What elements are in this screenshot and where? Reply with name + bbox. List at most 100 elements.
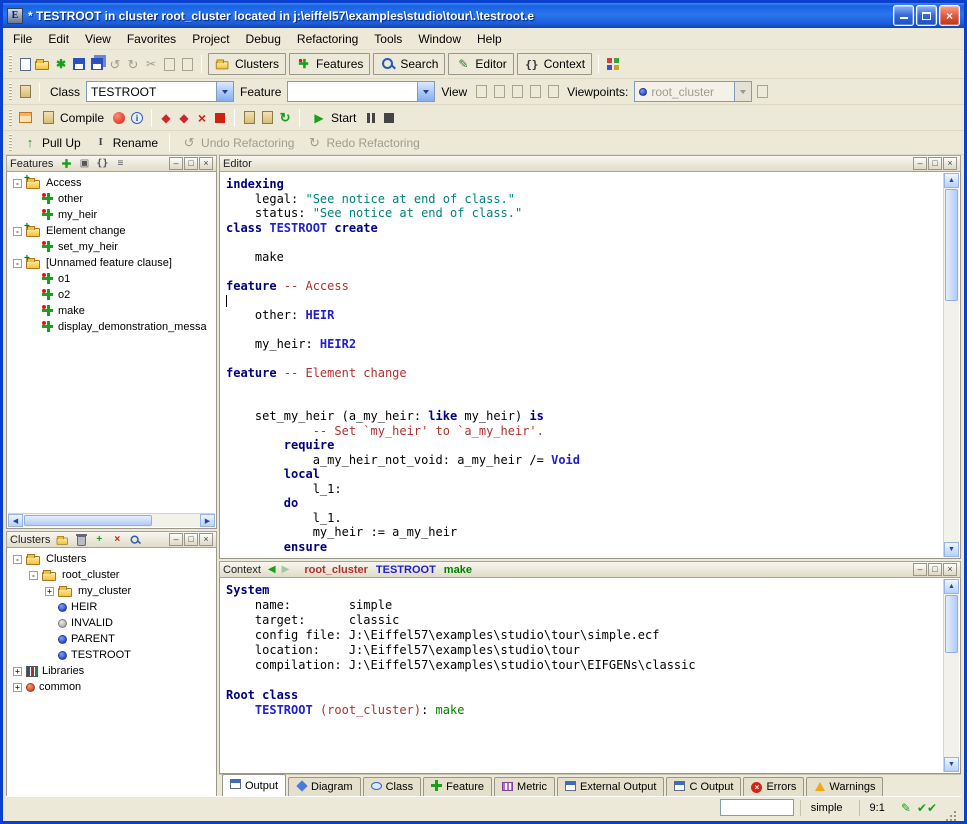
feature-combo[interactable] <box>287 81 435 102</box>
save-all-icon[interactable] <box>89 56 105 72</box>
cut-icon[interactable]: ✂ <box>143 56 159 72</box>
clusters-minimize-button[interactable]: – <box>169 533 183 546</box>
copy-icon[interactable] <box>161 56 177 72</box>
list-icon[interactable]: ≡ <box>113 157 127 170</box>
view-icon-2[interactable] <box>491 84 507 100</box>
new-cluster-icon[interactable] <box>56 533 70 546</box>
compile-button[interactable]: Compile <box>35 107 109 129</box>
view-icon-1[interactable] <box>473 84 489 100</box>
editor-vertical-scrollbar[interactable]: ▲ ▼ <box>943 173 959 557</box>
redo-refactoring-button[interactable]: ↻ Redo Refactoring <box>301 132 424 154</box>
menu-favorites[interactable]: Favorites <box>119 29 184 49</box>
tree-item-unnamed-feature-clause[interactable]: -+[Unnamed feature clause] <box>7 255 216 271</box>
open-system-icon[interactable] <box>259 110 275 126</box>
tab-c-output[interactable]: C Output <box>666 777 741 796</box>
features-panel-header[interactable]: Features ▣ {} ≡ – □ × <box>6 155 217 172</box>
clusters-panel-header[interactable]: Clusters + × – □ × <box>6 531 217 548</box>
editor-maximize-button[interactable]: □ <box>928 157 942 170</box>
tree-toggle[interactable]: + <box>45 587 54 596</box>
save-icon[interactable] <box>71 56 87 72</box>
rename-button[interactable]: I Rename <box>88 132 163 154</box>
open-file-icon[interactable] <box>35 56 51 72</box>
tree-toggle[interactable]: - <box>13 227 22 236</box>
editor-close-button[interactable]: × <box>943 157 957 170</box>
features-toggle[interactable]: Features <box>289 53 370 75</box>
pause-icon[interactable] <box>363 110 379 126</box>
forward-icon[interactable]: ▶ <box>282 564 290 575</box>
remove-class-icon[interactable]: × <box>110 533 124 546</box>
tree-toggle[interactable]: + <box>13 667 22 676</box>
menu-refactoring[interactable]: Refactoring <box>289 29 366 49</box>
tree-item-my-heir[interactable]: my_heir <box>7 207 216 223</box>
add-class-icon[interactable]: + <box>92 533 106 546</box>
tree-item-parent[interactable]: PARENT <box>7 631 216 647</box>
tree-item-o1[interactable]: o1 <box>7 271 216 287</box>
menu-view[interactable]: View <box>77 29 119 49</box>
context-close-button[interactable]: × <box>943 563 957 576</box>
resize-grip[interactable] <box>945 802 957 814</box>
tree-item-heir[interactable]: HEIR <box>7 599 216 615</box>
chevron-down-icon[interactable] <box>216 82 233 101</box>
chevron-down-icon[interactable] <box>417 82 434 101</box>
minimize-button[interactable] <box>893 5 914 26</box>
context-body[interactable]: System name: simple target: classic conf… <box>219 578 961 774</box>
close-button[interactable]: × <box>939 5 960 26</box>
view-icon-5[interactable] <box>545 84 561 100</box>
scroll-down-icon[interactable]: ▼ <box>944 542 959 557</box>
tree-item-set-my-heir[interactable]: set_my_heir <box>7 239 216 255</box>
search-cluster-icon[interactable] <box>128 533 142 546</box>
view-icon-4[interactable] <box>527 84 543 100</box>
cancel-compile-icon[interactable]: × <box>194 110 210 126</box>
class-combo[interactable]: TESTROOT <box>86 81 234 102</box>
breadcrumb-testroot[interactable]: TESTROOT <box>376 564 436 576</box>
view-icon-3[interactable] <box>509 84 525 100</box>
scroll-down-icon[interactable]: ▼ <box>944 757 959 772</box>
scroll-left-icon[interactable]: ◀ <box>8 514 23 527</box>
editor-minimize-button[interactable]: – <box>913 157 927 170</box>
toolbar-grip[interactable] <box>9 55 12 73</box>
toolbar-grip[interactable] <box>9 83 12 101</box>
features-close-button[interactable]: × <box>199 157 213 170</box>
tab-external-output[interactable]: External Output <box>557 777 664 796</box>
tree-item-testroot[interactable]: TESTROOT <box>7 647 216 663</box>
tab-metric[interactable]: Metric <box>494 777 555 796</box>
context-toggle[interactable]: {}Context <box>517 53 592 75</box>
redo-icon[interactable]: ↻ <box>125 56 141 72</box>
tab-feature[interactable]: Feature <box>423 777 492 796</box>
search-toggle[interactable]: Search <box>373 53 445 75</box>
features-maximize-button[interactable]: □ <box>184 157 198 170</box>
menu-help[interactable]: Help <box>469 29 510 49</box>
tree-item-libraries[interactable]: +Libraries <box>7 663 216 679</box>
scrollbar-thumb[interactable] <box>24 515 152 526</box>
features-horizontal-scrollbar[interactable]: ◀ ▶ <box>8 513 215 527</box>
tree-toggle[interactable]: - <box>13 259 22 268</box>
terminate-icon[interactable] <box>212 110 228 126</box>
tree-item-root-cluster[interactable]: -root_cluster <box>7 567 216 583</box>
tree-toggle[interactable]: - <box>13 555 22 564</box>
menu-tools[interactable]: Tools <box>366 29 410 49</box>
editor-toggle[interactable]: ✎Editor <box>448 53 513 75</box>
tab-class[interactable]: Class <box>363 777 422 796</box>
external-commands-icon[interactable] <box>605 56 621 72</box>
braces-icon[interactable]: {} <box>95 157 109 170</box>
tab-warnings[interactable]: Warnings <box>806 777 883 796</box>
add-feature-icon[interactable] <box>59 157 73 170</box>
pull-up-button[interactable]: ↑ Pull Up <box>17 132 86 154</box>
scroll-right-icon[interactable]: ▶ <box>200 514 215 527</box>
paste-icon[interactable] <box>179 56 195 72</box>
tree-item-common[interactable]: +common <box>7 679 216 695</box>
context-vertical-scrollbar[interactable]: ▲ ▼ <box>943 579 959 772</box>
tree-item-other[interactable]: other <box>7 191 216 207</box>
tab-diagram[interactable]: Diagram <box>288 777 361 796</box>
tree-item-invalid[interactable]: INVALID <box>7 615 216 631</box>
toolbar-grip[interactable] <box>9 134 12 152</box>
menu-file[interactable]: File <box>5 29 40 49</box>
titlebar[interactable]: E * TESTROOT in cluster root_cluster loc… <box>3 3 964 28</box>
context-panel-header[interactable]: Context ◀ ▶ root_clusterTESTROOTmake – □… <box>219 561 961 578</box>
open-class-icon[interactable] <box>17 84 33 100</box>
stop-icon[interactable] <box>381 110 397 126</box>
status-search-input[interactable] <box>720 799 794 816</box>
back-icon[interactable]: ◀ <box>268 564 276 575</box>
edit-mode-icon[interactable]: ✎ <box>901 801 911 815</box>
breadcrumb-make[interactable]: make <box>444 564 472 576</box>
